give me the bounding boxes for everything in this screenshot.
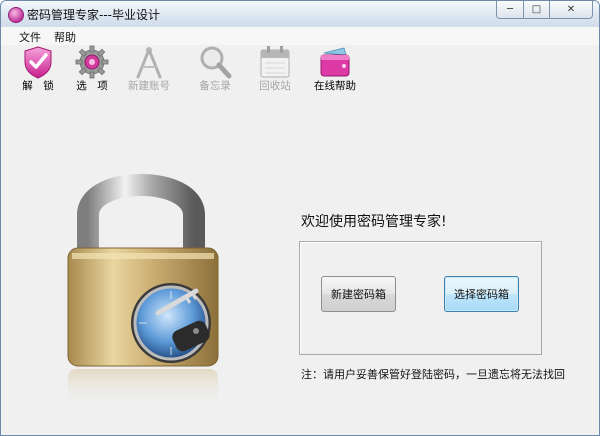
app-icon <box>8 7 24 23</box>
padlock-illustration <box>36 153 256 413</box>
toolbar-recycle-bin-button[interactable]: 回收站 <box>247 45 303 92</box>
toolbar-online-help-button[interactable]: 在线帮助 <box>307 45 363 92</box>
toolbar-options-label: 选 项 <box>76 80 108 92</box>
welcome-text: 欢迎使用密码管理专家! <box>301 214 447 230</box>
toolbar-options-button[interactable]: 选 项 <box>64 45 120 92</box>
menu-file[interactable]: 文件 <box>19 29 41 45</box>
toolbar-unlock-label: 解 锁 <box>22 80 54 92</box>
toolbar: 解 锁 选 项 新建账号 备忘录 回收站 在线帮助 <box>1 45 599 92</box>
toolbar-new-account-button[interactable]: 新建账号 <box>121 45 177 92</box>
maximize-button[interactable]: □ <box>523 1 550 19</box>
close-button[interactable]: ✕ <box>549 1 593 19</box>
title-bar[interactable]: 密码管理专家---毕业设计 ─ □ ✕ <box>1 1 599 28</box>
toolbar-unlock-button[interactable]: 解 锁 <box>10 45 66 92</box>
calendar-icon <box>258 45 292 79</box>
password-warning-note: 注：请用户妥善保管好登陆密码，一旦遗忘将无法找回 <box>301 368 565 381</box>
toolbar-new-account-label: 新建账号 <box>128 80 170 92</box>
window-title: 密码管理专家---毕业设计 <box>27 8 160 22</box>
menu-help[interactable]: 帮助 <box>54 29 76 45</box>
vault-action-group: 新建密码箱 选择密码箱 <box>299 241 542 355</box>
shield-check-icon <box>21 45 55 79</box>
toolbar-memo-button[interactable]: 备忘录 <box>187 45 243 92</box>
wallet-icon <box>318 45 352 79</box>
compass-icon <box>132 45 166 79</box>
window-controls: ─ □ ✕ <box>496 1 593 20</box>
minimize-button[interactable]: ─ <box>496 1 524 19</box>
toolbar-memo-label: 备忘录 <box>199 80 231 92</box>
menu-bar: 文件 帮助 <box>1 27 599 45</box>
toolbar-online-help-label: 在线帮助 <box>314 80 356 92</box>
main-window: 密码管理专家---毕业设计 ─ □ ✕ 文件 帮助 解 锁 选 项 新建账号 备… <box>0 0 600 436</box>
new-vault-button[interactable]: 新建密码箱 <box>321 276 396 312</box>
magnifier-icon <box>198 45 232 79</box>
select-vault-button[interactable]: 选择密码箱 <box>444 276 519 312</box>
toolbar-recycle-bin-label: 回收站 <box>259 80 291 92</box>
gear-icon <box>75 45 109 79</box>
